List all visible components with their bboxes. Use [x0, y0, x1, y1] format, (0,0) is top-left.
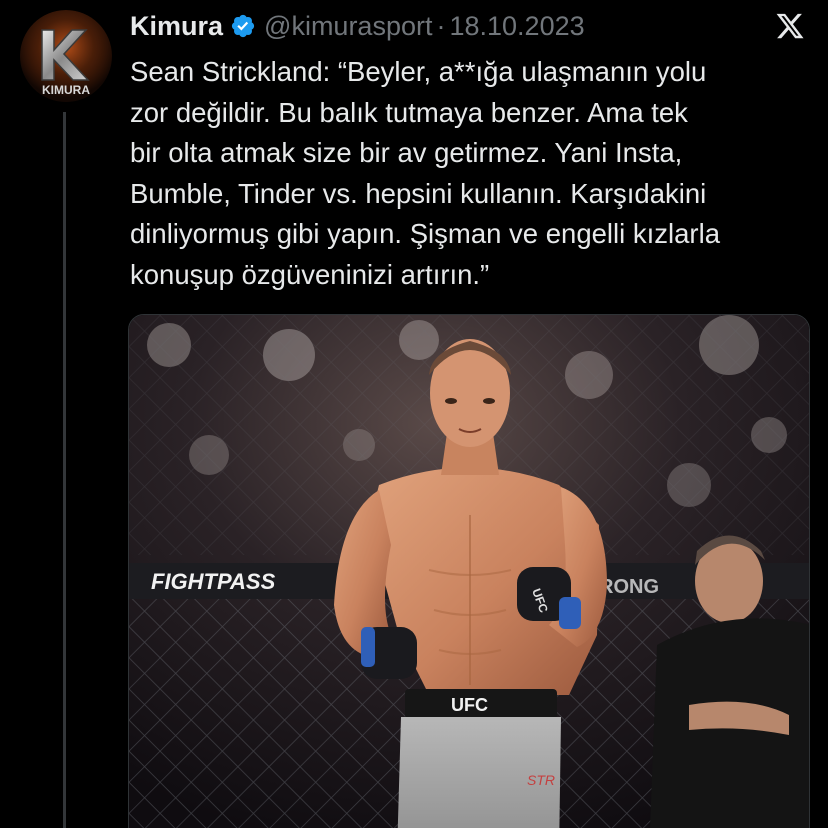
tweet-text-line: bir olta atmak size bir av getirmez. Yan… — [130, 137, 683, 168]
x-logo-icon[interactable] — [775, 11, 805, 41]
shorts-logo-text: UFC — [451, 695, 488, 715]
fightpass-banner-text: FIGHTPASS — [151, 569, 276, 594]
banner-right-text: RONG — [599, 576, 659, 598]
avatar[interactable]: KIMURA — [20, 10, 112, 102]
tweet-text-line: zor değildir. Bu balık tutmaya benzer. A… — [130, 96, 688, 128]
tweet-text: Sean Strickland: “Beyler, a**ığa ulaşman… — [130, 52, 810, 295]
tweet-text-line: dinliyormuş gibi yapın. Şişman ve engell… — [130, 218, 720, 249]
thread-line — [63, 112, 66, 828]
tweet-text-line: konuşup özgüveninizi artırın.” — [130, 258, 490, 290]
tweet-text-line: Sean Strickland: “Beyler, a**ığa ulaşman… — [130, 56, 707, 87]
tweet-date[interactable]: 18.10.2023 — [449, 11, 584, 42]
display-name[interactable]: Kimura — [130, 11, 223, 42]
shorts-side-text: STR — [527, 772, 555, 788]
separator-dot: · — [436, 10, 446, 41]
verified-badge-icon — [231, 14, 255, 38]
tweet-media-photo[interactable]: FIGHTPASS RONG UFC UFC STR — [128, 314, 810, 828]
avatar-label: KIMURA — [42, 83, 90, 97]
account-handle[interactable]: @kimurasport — [264, 11, 432, 42]
tweet-header: Kimura @kimurasport · 18.10.2023 — [130, 8, 585, 44]
tweet-text-line: Bumble, Tinder vs. hepsini kullanın. Kar… — [130, 177, 707, 209]
